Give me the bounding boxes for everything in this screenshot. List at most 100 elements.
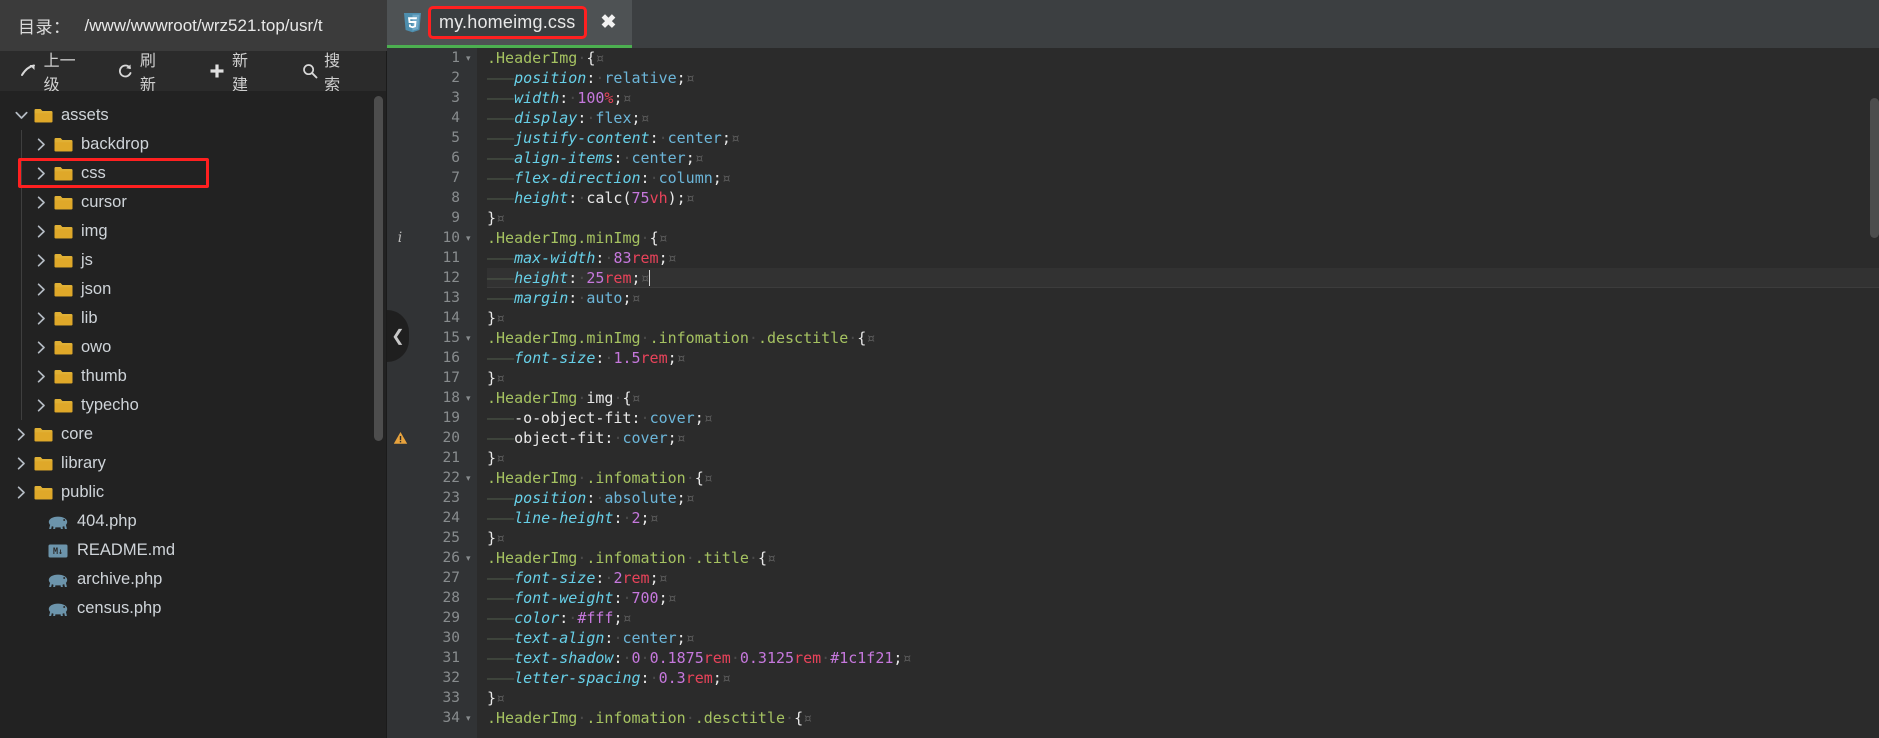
code-line[interactable]: ———text-align:·center;¤ (487, 628, 1879, 648)
folder-item-cursor[interactable]: cursor (0, 188, 387, 217)
chevron-right-icon[interactable] (30, 370, 52, 383)
chevron-right-icon[interactable] (10, 428, 32, 441)
code-line[interactable]: }¤ (487, 448, 1879, 468)
code-line[interactable]: ———letter-spacing:·0.3rem;¤ (487, 668, 1879, 688)
code-line[interactable]: ———text-shadow:·0·0.1875rem·0.3125rem·#1… (487, 648, 1879, 668)
code-area[interactable]: i 1 2 3 4 5 6 7 8 9 10 11 12 13 14 15 16 17 18 19 20 21 22 23 2… (387, 48, 1879, 738)
chevron-right-icon[interactable] (30, 399, 52, 412)
tab-title[interactable]: my.homeimg.css (428, 6, 587, 39)
up-level-button[interactable]: 上一级 (14, 51, 97, 94)
close-icon[interactable]: ✖ (597, 13, 621, 32)
folder-item-core[interactable]: core (0, 420, 387, 449)
code-line[interactable]: }¤ (487, 368, 1879, 388)
folder-item-json[interactable]: json (0, 275, 387, 304)
code-line[interactable]: .HeaderImg·{¤ (487, 48, 1879, 68)
folder-item-library[interactable]: library (0, 449, 387, 478)
code-content[interactable]: .HeaderImg·{¤ ———position:·relative;¤ ———w… (477, 48, 1879, 738)
file-item-README-md[interactable]: M↓ README.md (0, 536, 387, 565)
code-line[interactable]: .HeaderImg·img·{¤ (487, 388, 1879, 408)
folder-item-owo[interactable]: owo (0, 333, 387, 362)
code-line[interactable]: }¤ (487, 688, 1879, 708)
code-line[interactable]: ———position:·absolute;¤ (487, 488, 1879, 508)
code-line[interactable]: ———height:·calc(75vh);¤ (487, 188, 1879, 208)
code-line[interactable]: ———-o-object-fit:·cover;¤ (487, 408, 1879, 428)
new-button[interactable]: 新建 (203, 47, 269, 95)
code-line[interactable]: ———width:·100%;¤ (487, 88, 1879, 108)
folder-item-assets[interactable]: assets (0, 101, 387, 130)
chevron-right-icon[interactable] (30, 225, 52, 238)
folder-item-thumb[interactable]: thumb (0, 362, 387, 391)
chevron-right-icon[interactable] (30, 283, 52, 296)
path-bar: 目录： /www/wwwroot/wrz521.top/usr/t (0, 0, 387, 51)
fold-toggle-icon[interactable]: ▾ (464, 548, 477, 568)
code-line[interactable]: ———font-size:·1.5rem;¤ (487, 348, 1879, 368)
chevron-right-icon[interactable] (30, 254, 52, 267)
file-tree[interactable]: assets backdrop css cursor img js json lib owo th… (0, 91, 387, 738)
line-number: 18 (442, 390, 460, 406)
code-line[interactable]: .HeaderImg·.infomation·.desctitle·{¤ (487, 708, 1879, 728)
fold-toggle-icon[interactable]: ▾ (464, 48, 477, 68)
chevron-right-icon[interactable] (10, 486, 32, 499)
code-fold-column[interactable]: ▾ ▾ ▾ ▾ ▾ ▾ ▾ (464, 48, 477, 738)
folder-item-backdrop[interactable]: backdrop (0, 130, 387, 159)
file-item-404-php[interactable]: 404.php (0, 507, 387, 536)
code-line[interactable]: ———flex-direction:·column;¤ (487, 168, 1879, 188)
code-line[interactable]: ———justify-content:·center;¤ (487, 128, 1879, 148)
folder-item-css[interactable]: css (0, 159, 387, 188)
folder-item-typecho[interactable]: typecho (0, 391, 387, 420)
code-line[interactable]: ———position:·relative;¤ (487, 68, 1879, 88)
code-line[interactable]: ———align-items:·center;¤ (487, 148, 1879, 168)
chevron-right-icon[interactable] (30, 138, 52, 151)
folder-item-lib[interactable]: lib (0, 304, 387, 333)
code-line[interactable]: ———line-height:·2;¤ (487, 508, 1879, 528)
chevron-right-icon[interactable] (30, 341, 52, 354)
info-icon[interactable]: i (392, 230, 408, 246)
folder-item-public[interactable]: public (0, 478, 387, 507)
fold-toggle-icon[interactable]: ▾ (464, 228, 477, 248)
fold-toggle-icon[interactable]: ▾ (464, 708, 477, 728)
code-line[interactable]: ———font-size:·2rem;¤ (487, 568, 1879, 588)
refresh-button[interactable]: 刷新 (111, 47, 177, 95)
code-line[interactable]: }¤ (487, 528, 1879, 548)
code-line[interactable]: }¤ (487, 208, 1879, 228)
folder-icon (32, 455, 54, 473)
code-line[interactable]: .HeaderImg.minImg·{¤ (487, 228, 1879, 248)
chevron-right-icon[interactable] (30, 196, 52, 209)
code-line[interactable]: ———color:·#fff;¤ (487, 608, 1879, 628)
fold-toggle-icon[interactable]: ▾ (464, 468, 477, 488)
fold-toggle-icon[interactable]: ▾ (464, 328, 477, 348)
code-line[interactable]: .HeaderImg·.infomation·.title·{¤ (487, 548, 1879, 568)
code-line[interactable]: ———margin:·auto;¤ (487, 288, 1879, 308)
warning-icon[interactable] (392, 430, 408, 446)
path-value[interactable]: /www/wwwroot/wrz521.top/usr/t (85, 16, 323, 36)
code-line[interactable]: ———font-weight:·700;¤ (487, 588, 1879, 608)
line-number: 28 (442, 590, 460, 606)
editor-tab-my-homeimg-css[interactable]: my.homeimg.css ✖ (387, 0, 633, 48)
chevron-down-icon[interactable] (10, 111, 32, 120)
chevron-right-icon[interactable] (30, 312, 52, 325)
line-number: 20 (442, 430, 460, 446)
code-line[interactable]: .HeaderImg.minImg·.infomation·.desctitle… (487, 328, 1879, 348)
code-line[interactable]: ———height:·25rem;¤ (487, 268, 1879, 288)
code-line[interactable]: .HeaderImg·.infomation·{¤ (487, 468, 1879, 488)
chevron-right-icon[interactable] (30, 167, 52, 180)
editor-scrollbar-thumb[interactable] (1870, 98, 1879, 238)
file-item-archive-php[interactable]: archive.php (0, 565, 387, 594)
file-item-census-php[interactable]: census.php (0, 594, 387, 623)
item-label: owo (81, 338, 112, 356)
code-line[interactable]: ———max-width:·83rem;¤ (487, 248, 1879, 268)
item-label: img (81, 222, 108, 240)
folder-item-img[interactable]: img (0, 217, 387, 246)
search-button[interactable]: 搜索 (295, 47, 361, 95)
code-line[interactable]: ———object-fit:·cover;¤ (487, 428, 1879, 448)
folder-item-js[interactable]: js (0, 246, 387, 275)
code-line[interactable]: }¤ (487, 308, 1879, 328)
code-line[interactable]: ———display:·flex;¤ (487, 108, 1879, 128)
editor-scrollbar-track[interactable] (1870, 96, 1879, 738)
file-tree-scrollbar[interactable] (374, 96, 383, 441)
fold-toggle-icon[interactable]: ▾ (464, 388, 477, 408)
chevron-right-icon[interactable] (10, 457, 32, 470)
